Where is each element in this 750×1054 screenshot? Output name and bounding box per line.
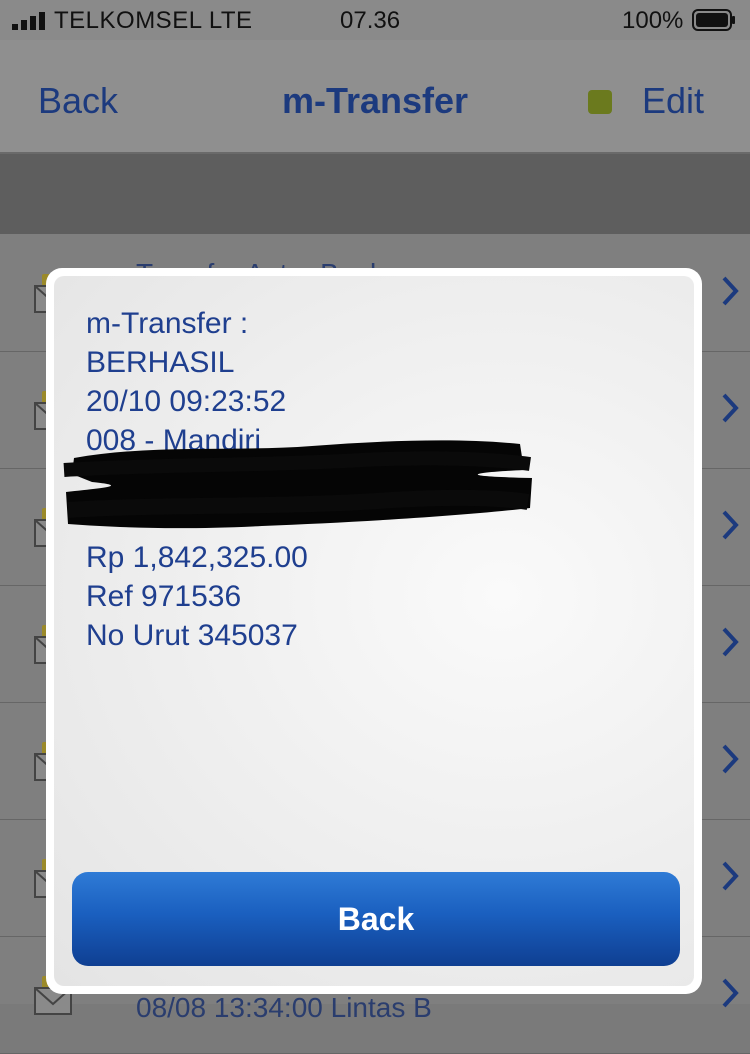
chevron-right-icon — [722, 510, 739, 540]
message-line: m-Transfer : — [86, 307, 249, 340]
status-bar: TELKOMSEL LTE 07.36 100% — [0, 0, 750, 40]
subheader-band — [0, 154, 750, 234]
signal-icon — [12, 12, 45, 30]
redaction-scribble — [63, 440, 532, 529]
dialog-body: m-Transfer : BERHASIL 20/10 09:23:52 008… — [54, 276, 694, 986]
carrier-label: TELKOMSEL LTE — [54, 7, 253, 34]
message-line: BERHASIL — [86, 346, 235, 379]
message-line: 20/10 09:23:52 — [86, 385, 287, 418]
list-item-text: 08/08 13:34:00 Lintas B — [136, 992, 432, 1023]
clock: 07.36 — [340, 7, 401, 34]
edit-button[interactable]: Edit — [642, 80, 704, 122]
message-line: No Urut 345037 — [86, 619, 298, 652]
page-title: m-Transfer — [281, 80, 469, 121]
battery-percentage: 100% — [622, 7, 684, 34]
message-line: Rp 1,842,325.00 — [86, 541, 308, 574]
chevron-right-icon — [722, 276, 739, 306]
chevron-right-icon — [722, 978, 739, 1008]
dialog-back-button[interactable]: Back — [72, 872, 680, 966]
chevron-right-icon — [722, 627, 739, 657]
chevron-right-icon — [722, 393, 739, 423]
message-line: Ref 971536 — [86, 580, 242, 613]
navigation-bar: Back m-Transfer Edit — [0, 40, 750, 154]
transfer-result-dialog: m-Transfer : BERHASIL 20/10 09:23:52 008… — [46, 268, 702, 994]
status-indicator — [588, 90, 612, 114]
chevron-right-icon — [722, 744, 739, 774]
chevron-right-icon — [722, 861, 739, 891]
battery-icon — [692, 9, 735, 31]
